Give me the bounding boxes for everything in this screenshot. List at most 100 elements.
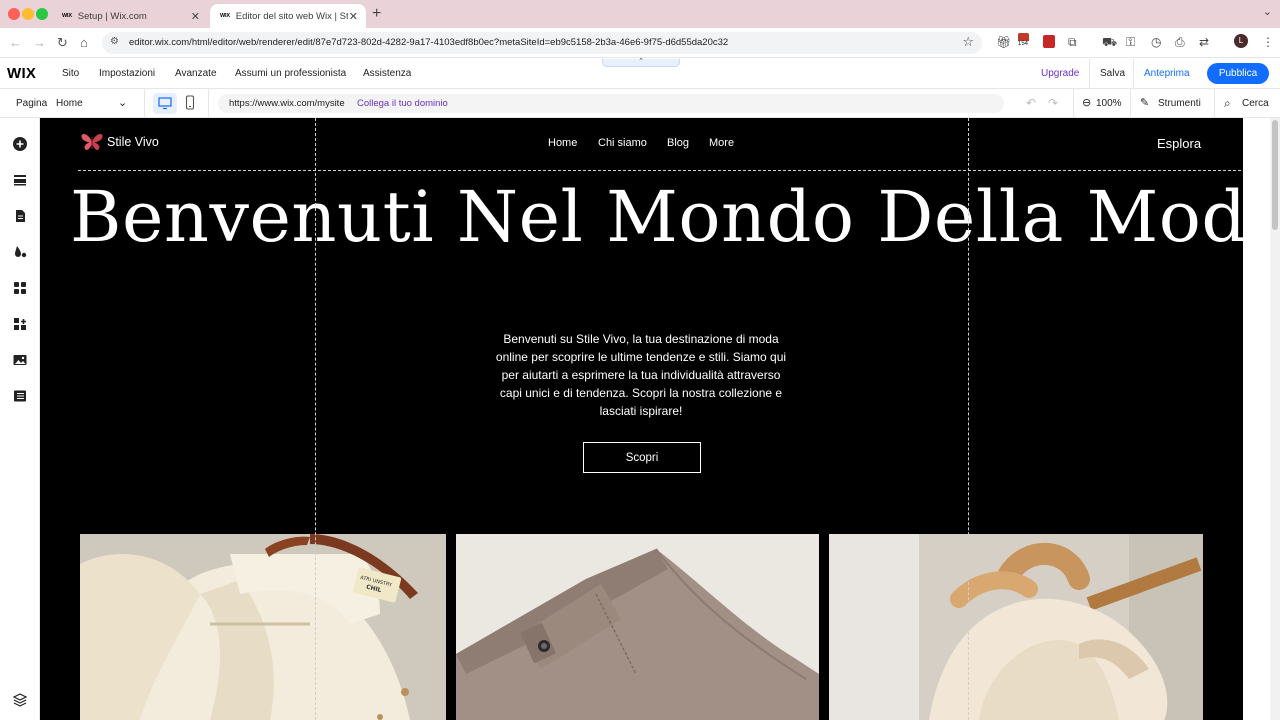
window-maximize-button[interactable] — [36, 8, 48, 20]
site-nav-more[interactable]: More — [709, 137, 734, 149]
layers-icon[interactable] — [12, 692, 28, 708]
hero-title[interactable]: Benvenuti Nel Mondo Della Moda — [70, 176, 1243, 258]
divider — [1133, 59, 1134, 89]
forward-arrow-icon[interactable]: → — [33, 35, 46, 50]
apps-icon[interactable] — [12, 280, 28, 296]
menu-settings[interactable]: Impostazioni — [99, 68, 155, 79]
calendar-extension-icon[interactable]: 154 — [1018, 33, 1029, 48]
search-icon[interactable]: ⌕ — [1224, 96, 1231, 111]
wix-editor-toolbar: Pagina Home ⌄ https://www.wix.com/mysite… — [0, 89, 1280, 118]
site-nav-home[interactable]: Home — [548, 137, 577, 149]
wix-favicon-icon: WIX — [220, 13, 230, 19]
back-arrow-icon[interactable]: ← — [9, 35, 22, 50]
close-tab-icon[interactable]: ✕ — [191, 10, 200, 23]
search-button[interactable]: Cerca — [1242, 98, 1269, 109]
connect-domain-link[interactable]: Collega il tuo dominio — [357, 98, 448, 109]
browser-toolbar: ← → ↻ ⌂ ⚙ editor.wix.com/html/editor/web… — [0, 28, 1280, 58]
site-info-icon[interactable]: ⚙ — [110, 36, 119, 47]
wix-favicon-icon: WIX — [62, 13, 72, 19]
tab-search-chevron-icon[interactable]: ⌄ — [1263, 5, 1272, 18]
chevron-up-icon: ⌃ — [638, 58, 644, 65]
desktop-view-button[interactable] — [153, 93, 177, 114]
profile-initial: L — [1238, 36, 1244, 45]
tab-title: Editor del sito web Wix | Stile — [235, 10, 348, 22]
media-icon[interactable] — [12, 352, 28, 368]
cms-table-icon[interactable] — [12, 388, 28, 404]
site-brand-name: Stile Vivo — [107, 135, 159, 149]
extension-badge: 154 — [1018, 41, 1029, 47]
divider — [1089, 59, 1090, 89]
zoom-out-icon[interactable]: ⊖ — [1082, 96, 1091, 109]
grid-guide-right — [968, 118, 969, 720]
profile-avatar[interactable]: L — [1234, 34, 1248, 48]
key-icon[interactable]: ⚿ — [1126, 35, 1135, 50]
add-section-icon[interactable] — [12, 172, 28, 188]
hero-paragraph[interactable]: Benvenuti su Stile Vivo, la tua destinaz… — [491, 330, 791, 420]
translate-icon[interactable]: ⇄ — [1199, 35, 1209, 49]
divider — [1130, 89, 1131, 118]
gallery-image-trousers[interactable] — [456, 534, 819, 720]
upgrade-button[interactable]: Upgrade — [1041, 68, 1079, 79]
scrollbar-thumb[interactable] — [1272, 120, 1278, 230]
new-tab-icon[interactable]: + — [372, 5, 381, 23]
tools-button[interactable]: Strumenti — [1158, 98, 1201, 109]
puzzle-extensions-icon[interactable]: ⧉ — [1068, 35, 1077, 50]
divider — [144, 89, 145, 118]
divider — [208, 89, 209, 118]
site-canvas[interactable]: Stile Vivo Home Chi siamo Blog More Espl… — [40, 118, 1243, 720]
site-brand[interactable]: Stile Vivo — [80, 131, 159, 153]
menu-help[interactable]: Assistenza — [363, 68, 411, 79]
gallery-image-shirt[interactable]: ATRI UNSTRY CHIL — [80, 534, 446, 720]
divider — [1073, 89, 1074, 118]
bookmark-star-icon[interactable]: ☆ — [962, 34, 974, 50]
grid-guide-left — [315, 118, 316, 720]
tab-editor[interactable]: WIX Editor del sito web Wix | Stile ✕ — [210, 4, 366, 28]
butterfly-logo-icon — [81, 134, 103, 150]
menu-hire-professional[interactable]: Assumi un professionista — [235, 68, 346, 79]
zoom-level[interactable]: 100% — [1096, 98, 1122, 109]
explore-link[interactable]: Esplora — [1157, 136, 1201, 151]
page-selector[interactable]: Home — [56, 98, 83, 109]
header-boundary-guide — [78, 170, 1241, 171]
chevron-down-icon[interactable]: ⌄ — [118, 96, 127, 109]
preview-button[interactable]: Anteprima — [1144, 68, 1190, 79]
publish-button[interactable]: Pubblica — [1207, 63, 1269, 84]
address-url[interactable]: editor.wix.com/html/editor/web/renderer/… — [129, 37, 728, 48]
tab-setup[interactable]: WIX Setup | Wix.com ✕ — [52, 4, 208, 28]
tools-icon[interactable]: ✎ — [1140, 96, 1149, 109]
reload-icon[interactable]: ↻ — [57, 35, 68, 51]
pdf-extension-icon[interactable] — [1043, 35, 1055, 48]
address-bar[interactable]: ⚙ editor.wix.com/html/editor/web/rendere… — [102, 32, 982, 54]
menu-site[interactable]: Sito — [62, 68, 79, 79]
home-icon[interactable]: ⌂ — [80, 35, 88, 50]
browser-tab-bar: WIX Setup | Wix.com ✕ WIX Editor del sit… — [0, 0, 1280, 28]
window-minimize-button[interactable] — [22, 8, 34, 20]
desktop-icon — [158, 97, 172, 110]
print-icon[interactable]: ⎙ — [1175, 35, 1185, 50]
add-elements-icon[interactable] — [12, 136, 28, 152]
collapse-toolbar-handle[interactable]: ⌃ — [602, 58, 680, 67]
save-button[interactable]: Salva — [1100, 68, 1125, 79]
site-nav-about[interactable]: Chi siamo — [598, 137, 647, 149]
redo-icon[interactable]: ↷ — [1048, 96, 1058, 110]
gallery-image-hangers[interactable] — [829, 534, 1203, 720]
business-apps-icon[interactable] — [12, 316, 28, 332]
site-url-field[interactable]: https://www.wix.com/mysite Collega il tu… — [218, 94, 1004, 113]
discover-button[interactable]: Scopri — [583, 442, 701, 473]
site-nav-blog[interactable]: Blog — [667, 137, 689, 149]
design-theme-icon[interactable] — [12, 244, 28, 260]
browser-menu-icon[interactable]: ⋮ — [1262, 35, 1274, 49]
car-extension-icon[interactable]: ⛟ — [1102, 35, 1117, 51]
menu-advanced[interactable]: Avanzate — [175, 68, 217, 79]
window-close-button[interactable] — [8, 8, 20, 20]
editor-left-sidebar — [0, 118, 40, 720]
page-label: Pagina — [16, 98, 48, 109]
undo-icon[interactable]: ↶ — [1026, 96, 1036, 110]
close-tab-icon[interactable]: ✕ — [349, 10, 358, 23]
divider — [1214, 89, 1215, 118]
wix-logo[interactable]: WIX — [7, 65, 36, 82]
pages-icon[interactable] — [12, 208, 28, 224]
mobile-view-button[interactable] — [185, 95, 195, 114]
history-icon[interactable]: ◷ — [1151, 35, 1161, 49]
gift-extension-icon[interactable]: 🎁︎ — [996, 35, 1011, 49]
